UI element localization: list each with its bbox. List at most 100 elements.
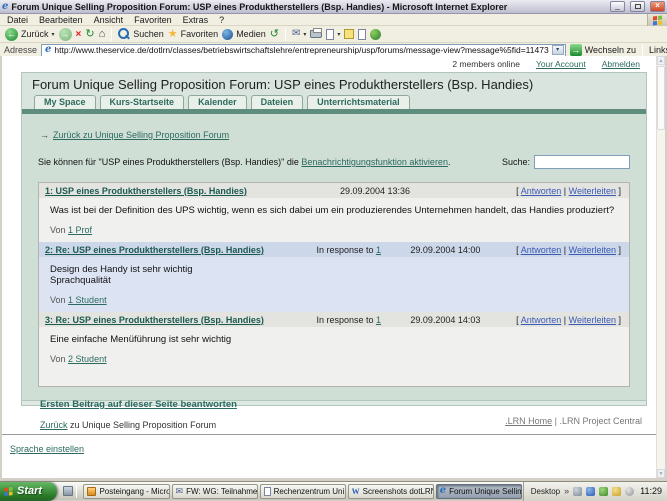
forward-link[interactable]: Weiterleiten: [569, 245, 616, 255]
quick-launch: [57, 485, 82, 498]
your-account-link[interactable]: Your Account: [536, 59, 586, 69]
close-button[interactable]: ×: [650, 1, 665, 12]
bracket: [: [516, 245, 519, 255]
edit-button[interactable]: ▾: [326, 29, 340, 40]
stop-button[interactable]: ×: [76, 29, 82, 40]
search-field-label: Suche:: [502, 157, 530, 167]
refresh-button[interactable]: ↻: [85, 29, 94, 40]
menu-favoriten[interactable]: Favoriten: [134, 15, 172, 25]
taskbar-button-forum-active[interactable]: e Forum Unique Selling ...: [436, 484, 522, 499]
forward-button[interactable]: →: [59, 28, 72, 41]
forward-link[interactable]: Weiterleiten: [569, 186, 616, 196]
response-ref-link[interactable]: 1: [376, 315, 381, 325]
scrollbar-thumb[interactable]: [657, 66, 665, 130]
tray-clock-icon[interactable]: [625, 487, 634, 496]
home-button[interactable]: ⌂: [99, 29, 106, 40]
vertical-scrollbar[interactable]: ▲ ▼: [656, 56, 665, 478]
notify-suffix: .: [448, 157, 451, 167]
tab-dateien[interactable]: Dateien: [251, 95, 304, 109]
forward-link[interactable]: Weiterleiten: [569, 315, 616, 325]
edit-dropdown-icon[interactable]: ▾: [337, 31, 340, 38]
media-button[interactable]: Medien: [222, 29, 266, 40]
quick-launch-icon[interactable]: [63, 486, 73, 496]
bracket: ]: [618, 245, 621, 255]
tray-icon[interactable]: [573, 487, 582, 496]
minimize-button[interactable]: _: [610, 1, 625, 12]
back-button[interactable]: ← Zurück ▾: [5, 28, 55, 41]
favorites-star-icon: ★: [168, 29, 178, 40]
logout-link[interactable]: Abmelden: [602, 59, 640, 69]
tab-my-space[interactable]: My Space: [34, 95, 96, 109]
go-button[interactable]: → Wechseln zu: [570, 44, 636, 56]
favorites-button[interactable]: ★ Favoriten: [168, 29, 218, 40]
mail-button[interactable]: ✉ ▾: [292, 29, 306, 39]
tab-unterrichtsmaterial[interactable]: Unterrichtsmaterial: [307, 95, 410, 109]
menu-datei[interactable]: Datei: [7, 15, 28, 25]
reply-link[interactable]: Antworten: [521, 315, 562, 325]
response-ref-link[interactable]: 1: [376, 245, 381, 255]
search-input[interactable]: [534, 155, 630, 169]
tab-kalender[interactable]: Kalender: [188, 95, 247, 109]
language-link[interactable]: Sprache einstellen: [10, 444, 84, 454]
mail-dropdown-icon[interactable]: ▾: [303, 31, 306, 38]
notification-link[interactable]: Benachrichtigungsfunktion aktivieren: [301, 157, 448, 167]
forum-post: 3: Re: USP eines Produktherstellers (Bsp…: [39, 312, 629, 386]
author-link[interactable]: 2 Student: [68, 354, 107, 364]
post-header: 3: Re: USP eines Produktherstellers (Bsp…: [39, 312, 629, 327]
session-bar: 2 members online Your Account Abmelden: [2, 56, 656, 69]
address-url[interactable]: http://www.theservice.de/dotlrn/classes/…: [54, 45, 548, 55]
search-button[interactable]: Suchen: [118, 28, 164, 40]
tray-icon[interactable]: [612, 487, 621, 496]
notify-prefix: Sie können für "USP eines Produktherstel…: [38, 157, 301, 167]
reply-link[interactable]: Antworten: [521, 186, 562, 196]
post-author-row: Von 1 Student: [50, 295, 621, 305]
taskbar-button-rechenzentrum[interactable]: Rechenzentrum Uni K...: [260, 484, 346, 499]
tray-chevron-icon[interactable]: »: [564, 486, 569, 496]
tray-icon[interactable]: [599, 487, 608, 496]
back-bottom-link[interactable]: Zurück: [40, 420, 68, 430]
pipe: |: [564, 315, 566, 325]
history-button[interactable]: ↺: [270, 29, 279, 40]
links-label: Links: [649, 45, 667, 55]
post-title-link[interactable]: 2: Re: USP eines Produktherstellers (Bsp…: [45, 245, 316, 255]
menu-ansicht[interactable]: Ansicht: [94, 15, 124, 25]
reply-link[interactable]: Antworten: [521, 245, 562, 255]
tray-icon[interactable]: [586, 487, 595, 496]
print-button[interactable]: [310, 30, 322, 38]
address-input[interactable]: e http://www.theservice.de/dotlrn/classe…: [41, 44, 566, 57]
search-icon: [118, 28, 130, 40]
notify-text: Sie können für "USP eines Produktherstel…: [38, 157, 450, 167]
mail-envelope-icon: ✉: [292, 29, 300, 39]
menu-hilfe[interactable]: ?: [219, 15, 224, 25]
word-document-icon: W: [352, 487, 360, 496]
scroll-down-icon[interactable]: ▼: [657, 469, 665, 478]
browser-toolbar: ← Zurück ▾ → × ↻ ⌂ Suchen ★ Favoriten Me…: [0, 26, 667, 43]
page-header: Forum Unique Selling Proposition Forum: …: [21, 72, 647, 92]
start-button[interactable]: Start: [0, 482, 57, 501]
author-link[interactable]: 1 Student: [68, 295, 107, 305]
post-title-link[interactable]: 1: USP eines Produktherstellers (Bsp. Ha…: [45, 186, 340, 196]
home-icon: ⌂: [99, 29, 106, 40]
post-text: Sprachqualität: [50, 275, 621, 286]
address-dropdown-icon[interactable]: ▾: [552, 45, 564, 55]
restore-button[interactable]: [630, 1, 645, 12]
lrn-home-link[interactable]: .LRN Home: [505, 416, 552, 426]
taskbar-button-mail-message[interactable]: ✉ FW: WG: Teilnahme v...: [172, 484, 258, 499]
author-link[interactable]: 1 Prof: [68, 225, 92, 235]
post-title-link[interactable]: 3: Re: USP eines Produktherstellers (Bsp…: [45, 315, 316, 325]
links-toolbar[interactable]: Links »: [649, 45, 667, 55]
messenger-button[interactable]: [370, 29, 381, 40]
menu-extras[interactable]: Extras: [183, 15, 209, 25]
taskbar-button-posteingang[interactable]: Posteingang - Micros...: [83, 484, 169, 499]
desktop-toolbar-label[interactable]: Desktop: [531, 487, 560, 496]
document-button[interactable]: [358, 29, 366, 40]
discuss-button[interactable]: [344, 29, 354, 39]
scroll-up-icon[interactable]: ▲: [657, 56, 665, 65]
back-to-forum-link[interactable]: Zurück zu Unique Selling Proposition For…: [53, 130, 229, 140]
menu-bearbeiten[interactable]: Bearbeiten: [39, 15, 83, 25]
back-dropdown-icon[interactable]: ▾: [52, 31, 55, 38]
taskbar-clock[interactable]: 11:29: [638, 486, 662, 496]
taskbar-button-screenshots[interactable]: W Screenshots dotLRN....: [348, 484, 434, 499]
tab-kurs-startseite[interactable]: Kurs-Startseite: [100, 95, 185, 109]
reply-first-link[interactable]: Ersten Beitrag auf dieser Seite beantwor…: [40, 399, 237, 410]
